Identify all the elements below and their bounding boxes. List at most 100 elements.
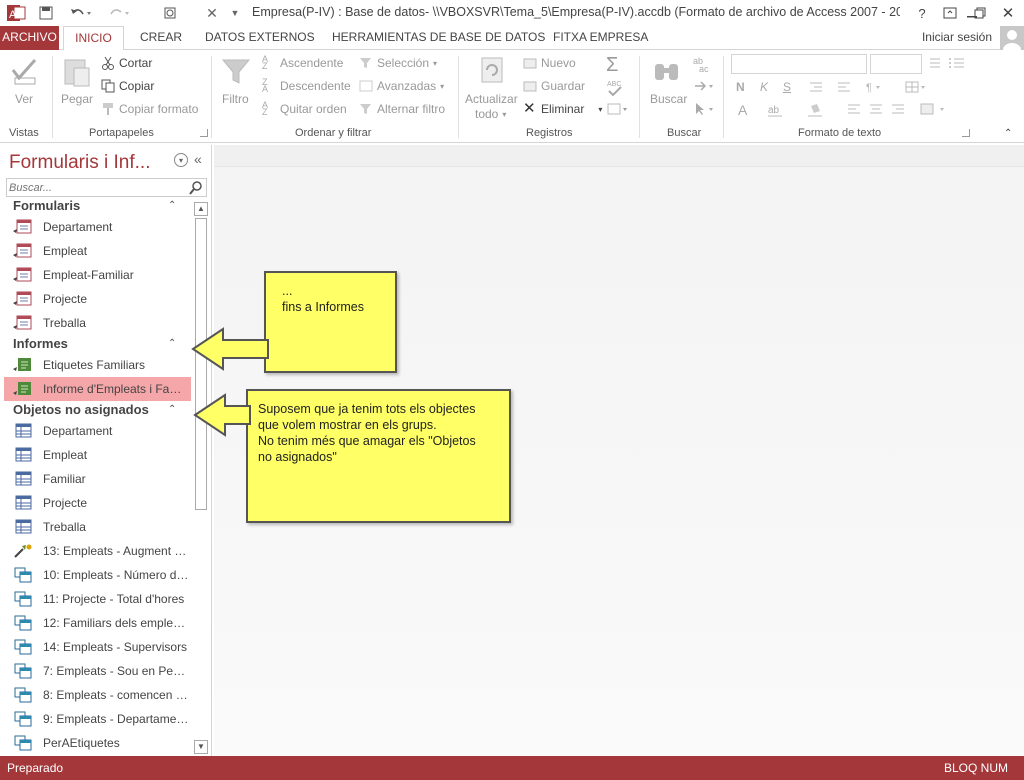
nav-item-form[interactable]: Treballa bbox=[4, 311, 191, 335]
nav-item-query[interactable]: 11: Projecte - Total d'hores bbox=[4, 587, 191, 611]
close-doc-icon[interactable]: ✕ bbox=[204, 3, 220, 23]
collapse-ribbon-icon[interactable]: ⌃ bbox=[1004, 128, 1012, 139]
spelling-icon[interactable]: ABC bbox=[607, 78, 623, 98]
delete-record-button[interactable]: ✕ Eliminar ▾ bbox=[523, 101, 602, 116]
tab-home[interactable]: INICIO bbox=[63, 26, 124, 51]
select-icon[interactable] bbox=[693, 102, 717, 116]
nav-item-form[interactable]: Empleat bbox=[4, 239, 191, 263]
save-icon[interactable] bbox=[36, 3, 56, 23]
scroll-down-icon[interactable]: ▼ bbox=[194, 740, 208, 754]
save-record-button[interactable]: Guardar bbox=[523, 79, 585, 93]
font-name-select[interactable] bbox=[731, 54, 867, 74]
text-format-launcher-icon[interactable] bbox=[962, 129, 970, 137]
nav-item-form[interactable]: Departament bbox=[4, 215, 191, 239]
nav-item-table[interactable]: Departament bbox=[4, 419, 191, 443]
nav-item-update-query[interactable]: 13: Empleats - Augment S... bbox=[4, 539, 191, 563]
bold-button[interactable]: N bbox=[736, 80, 745, 94]
ribbon-display-icon[interactable] bbox=[938, 3, 962, 23]
refresh-all-button[interactable]: Actualizar bbox=[465, 92, 518, 106]
view-button[interactable]: Ver bbox=[15, 92, 33, 106]
toggle-filter-button[interactable]: Alternar filtro bbox=[359, 102, 445, 116]
nav-item-query[interactable]: PerAEtiquetes bbox=[4, 731, 191, 755]
nav-pane-title[interactable]: Formularis i Inf... bbox=[9, 152, 169, 174]
nav-scrollbar[interactable]: ▲ ▼ bbox=[194, 198, 209, 756]
find-button[interactable]: Buscar bbox=[650, 92, 687, 106]
sort-ascending-button[interactable]: A Z Ascendente bbox=[262, 55, 343, 71]
filter-button[interactable]: Filtro bbox=[222, 92, 249, 106]
group-header-formularis[interactable]: Formularis bbox=[13, 198, 80, 213]
refresh-all-label-2[interactable]: todo ▾ bbox=[475, 107, 506, 121]
list-format-icon[interactable] bbox=[928, 56, 968, 70]
highlight-icon[interactable]: ab bbox=[768, 102, 792, 118]
tab-file[interactable]: ARCHIVO bbox=[0, 26, 59, 50]
group-header-informes[interactable]: Informes bbox=[13, 336, 68, 351]
nav-item-query[interactable]: 10: Empleats - Número de... bbox=[4, 563, 191, 587]
tab-create[interactable]: CREAR bbox=[140, 26, 182, 50]
chevron-down-icon[interactable]: ▼ bbox=[229, 3, 241, 23]
advanced-button[interactable]: Avanzadas ▾ bbox=[359, 79, 444, 93]
find-binoculars-icon[interactable] bbox=[652, 56, 682, 86]
refresh-all-icon[interactable] bbox=[478, 56, 506, 86]
totals-sigma-icon[interactable]: Σ bbox=[606, 54, 618, 77]
cut-button[interactable]: Cortar bbox=[101, 56, 152, 70]
shutter-bar-collapse-icon[interactable]: « bbox=[194, 151, 202, 167]
customize-qat-icon[interactable] bbox=[160, 3, 180, 23]
goto-icon[interactable] bbox=[693, 79, 717, 93]
avatar[interactable] bbox=[1000, 26, 1024, 50]
access-logo-icon[interactable]: A bbox=[6, 3, 28, 23]
alternate-row-icon[interactable] bbox=[920, 102, 950, 116]
tab-external-data[interactable]: DATOS EXTERNOS bbox=[205, 26, 315, 50]
paste-icon[interactable] bbox=[62, 56, 92, 88]
format-painter-button[interactable]: Copiar formato bbox=[101, 102, 198, 116]
view-icon[interactable] bbox=[9, 56, 41, 86]
indent-icon[interactable] bbox=[808, 80, 868, 94]
undo-icon[interactable] bbox=[66, 3, 96, 23]
paragraph-direction-icon[interactable]: ¶ bbox=[866, 80, 906, 94]
font-size-select[interactable] bbox=[870, 54, 922, 74]
tab-fitxa-empresa[interactable]: FITXA EMPRESA bbox=[553, 26, 648, 50]
sign-in-link[interactable]: Iniciar sesión bbox=[922, 30, 992, 44]
nav-item-form[interactable]: Empleat-Familiar bbox=[4, 263, 191, 287]
copy-button[interactable]: Copiar bbox=[101, 79, 154, 93]
nav-item-query[interactable]: 7: Empleats - Sou en Pess... bbox=[4, 659, 191, 683]
search-icon[interactable] bbox=[188, 180, 204, 196]
tab-database-tools[interactable]: HERRAMIENTAS DE BASE DE DATOS bbox=[332, 26, 545, 50]
collapse-group-icon[interactable]: ⌃ bbox=[168, 200, 176, 211]
paste-button[interactable]: Pegar bbox=[61, 92, 93, 106]
more-records-icon[interactable] bbox=[607, 102, 629, 116]
dialog-launcher-icon[interactable] bbox=[200, 129, 208, 137]
collapse-group-icon[interactable]: ⌃ bbox=[168, 338, 176, 349]
close-icon[interactable]: ✕ bbox=[996, 3, 1020, 23]
align-buttons-icon[interactable] bbox=[846, 102, 910, 116]
nav-menu-chevron-icon[interactable]: ▾ bbox=[174, 153, 188, 167]
restore-icon[interactable] bbox=[968, 3, 992, 23]
fill-color-icon[interactable] bbox=[808, 102, 832, 118]
nav-item-table[interactable]: Treballa bbox=[4, 515, 191, 539]
replace-icon[interactable]: ab ac bbox=[693, 56, 711, 72]
underline-button[interactable]: S bbox=[783, 80, 791, 94]
nav-item-table[interactable]: Empleat bbox=[4, 443, 191, 467]
nav-item-report[interactable]: Etiquetes Familiars bbox=[4, 353, 191, 377]
nav-item-form[interactable]: Projecte bbox=[4, 287, 191, 311]
nav-item-table[interactable]: Projecte bbox=[4, 491, 191, 515]
font-color-button[interactable]: A bbox=[738, 102, 747, 118]
nav-item-query[interactable]: 9: Empleats - Departaments bbox=[4, 707, 191, 731]
nav-search-input[interactable] bbox=[9, 180, 189, 196]
scroll-up-icon[interactable]: ▲ bbox=[194, 202, 208, 216]
collapse-group-icon[interactable]: ⌃ bbox=[168, 404, 176, 415]
nav-item-query[interactable]: 14: Empleats - Supervisors bbox=[4, 635, 191, 659]
redo-icon[interactable] bbox=[104, 3, 134, 23]
gridlines-icon[interactable] bbox=[905, 80, 929, 94]
nav-item-query[interactable]: 12: Familiars dels empleat... bbox=[4, 611, 191, 635]
nav-item-report-selected[interactable]: Informe d'Empleats i Fami... bbox=[4, 377, 191, 401]
clear-sort-button[interactable]: A Z Quitar orden bbox=[262, 101, 347, 117]
nav-item-query[interactable]: 8: Empleats - comencen p... bbox=[4, 683, 191, 707]
nav-item-table[interactable]: Familiar bbox=[4, 467, 191, 491]
italic-button[interactable]: K bbox=[760, 80, 768, 94]
sort-descending-button[interactable]: Z A Descendente bbox=[262, 78, 351, 94]
group-header-unassigned[interactable]: Objetos no asignados bbox=[13, 402, 149, 417]
selection-button[interactable]: Selección ▾ bbox=[359, 56, 437, 70]
help-button[interactable]: ? bbox=[910, 3, 934, 23]
new-record-button[interactable]: Nuevo bbox=[523, 56, 576, 70]
filter-icon[interactable] bbox=[221, 56, 251, 86]
